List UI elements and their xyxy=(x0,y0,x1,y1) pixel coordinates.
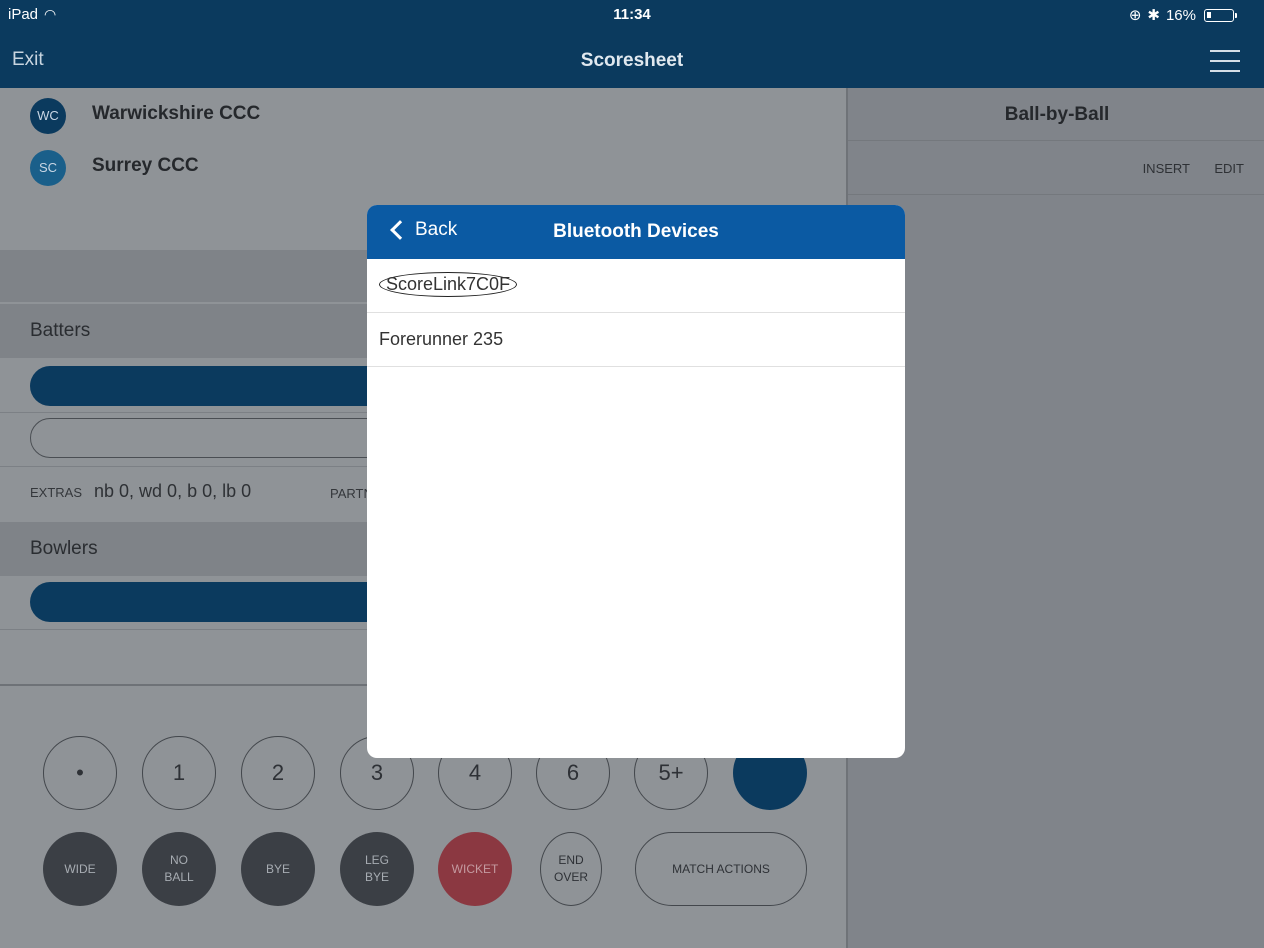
end-over-label-1: END xyxy=(558,853,584,868)
extras-label: EXTRAS xyxy=(30,485,83,500)
match-actions-label: MATCH ACTIONS xyxy=(672,862,770,876)
ball-by-ball-panel: Ball-by-Ball INSERT EDIT xyxy=(846,88,1264,948)
team-name: Surrey CCC xyxy=(92,155,199,176)
team-row-home[interactable]: WC Warwickshire CCC xyxy=(0,88,846,140)
status-time: 11:34 xyxy=(613,6,651,23)
no-ball-label-2: BALL xyxy=(164,870,194,884)
back-label: Back xyxy=(415,219,458,240)
wide-button[interactable]: WIDE xyxy=(43,832,117,906)
status-right: ⊕ ✱ 16% xyxy=(1128,6,1237,24)
device-row-forerunner[interactable]: Forerunner 235 xyxy=(367,313,905,367)
orientation-lock-icon: ⊕ xyxy=(1128,7,1142,24)
batter-striker-row[interactable] xyxy=(30,366,390,406)
extras-value: nb 0, wd 0, b 0, lb 0 xyxy=(94,481,252,501)
wicket-button[interactable]: WICKET xyxy=(438,832,512,906)
no-ball-label-1: NO xyxy=(170,853,188,868)
chevron-left-icon xyxy=(390,220,410,240)
wicket-label: WICKET xyxy=(451,861,499,876)
leg-bye-label-2: BYE xyxy=(364,870,389,884)
insert-button[interactable]: INSERT xyxy=(1143,161,1190,176)
leg-bye-label-1: LEG xyxy=(364,853,389,868)
ball-by-ball-actions: INSERT EDIT xyxy=(848,141,1264,195)
batters-label: Batters xyxy=(30,320,91,341)
team-row-away[interactable]: SC Surrey CCC xyxy=(0,140,846,192)
extras-summary: EXTRAS nb 0, wd 0, b 0, lb 0 xyxy=(30,481,251,502)
bye-button[interactable]: BYE xyxy=(241,832,315,906)
leg-bye-button[interactable]: LEG BYE xyxy=(340,832,414,906)
battery-icon xyxy=(1204,8,1237,22)
device-name: Forerunner 235 xyxy=(379,329,504,349)
battery-percent: 16% xyxy=(1165,6,1196,24)
device-name: ScoreLink7C0F xyxy=(379,272,518,297)
nav-bar: Exit Scoresheet xyxy=(0,34,1264,88)
edit-button[interactable]: EDIT xyxy=(1214,161,1244,176)
team-name: Warwickshire CCC xyxy=(92,103,261,124)
team-badge: SC xyxy=(30,150,66,186)
match-actions-button[interactable]: MATCH ACTIONS xyxy=(635,832,807,906)
status-bar: iPad ◠ 11:34 ⊕ ✱ 16% xyxy=(0,0,1264,34)
modal-header: Back Bluetooth Devices xyxy=(367,205,905,259)
wide-label: WIDE xyxy=(64,861,96,876)
back-button[interactable]: Back xyxy=(389,219,457,241)
batter-nonstriker-row[interactable] xyxy=(30,418,390,458)
run-1-button[interactable]: 1 xyxy=(142,736,216,810)
run-2-button[interactable]: 2 xyxy=(241,736,315,810)
end-over-button[interactable]: END OVER xyxy=(540,832,602,906)
no-ball-button[interactable]: NO BALL xyxy=(142,832,216,906)
bluetooth-icon: ✱ xyxy=(1147,7,1160,24)
bowlers-label: Bowlers xyxy=(30,538,98,559)
ball-by-ball-title: Ball-by-Ball xyxy=(848,88,1264,141)
device-row-scorelink[interactable]: ScoreLink7C0F xyxy=(367,259,905,313)
bowler-row[interactable] xyxy=(30,582,390,622)
end-over-label-2: OVER xyxy=(553,870,588,884)
bye-label: BYE xyxy=(265,861,290,876)
page-title: Scoresheet xyxy=(580,50,684,71)
dot-ball-button[interactable]: • xyxy=(43,736,117,810)
exit-button[interactable]: Exit xyxy=(12,49,44,71)
hamburger-menu-icon[interactable] xyxy=(1210,50,1240,72)
app-header: iPad ◠ 11:34 ⊕ ✱ 16% Exit Scoresheet xyxy=(0,0,1264,88)
bluetooth-devices-modal: Back Bluetooth Devices ScoreLink7C0F For… xyxy=(367,205,905,758)
team-badge: WC xyxy=(30,98,66,134)
